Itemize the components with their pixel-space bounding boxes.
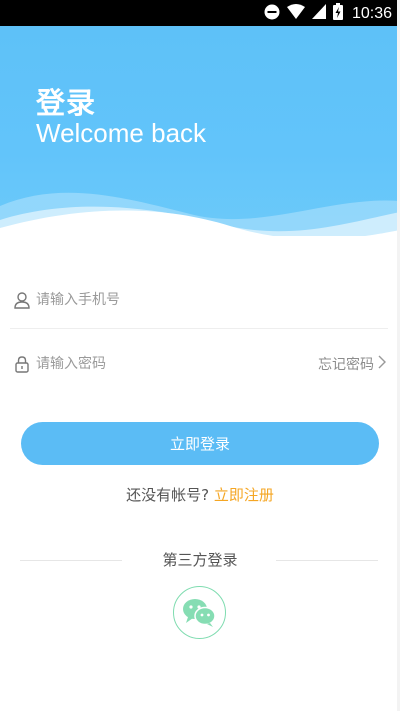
wifi-icon <box>286 4 305 23</box>
wechat-login-button[interactable] <box>173 586 226 639</box>
forgot-password-link[interactable]: 忘记密码 <box>318 354 386 374</box>
password-input[interactable] <box>36 350 296 378</box>
battery-charging-icon <box>332 3 343 24</box>
signal-icon <box>311 4 326 23</box>
register-row: 还没有帐号? 立即注册 <box>0 484 400 505</box>
page-subtitle: Welcome back <box>36 118 207 148</box>
status-time: 10:36 <box>351 4 392 22</box>
phone-input[interactable] <box>36 286 296 314</box>
login-button[interactable]: 立即登录 <box>21 422 379 465</box>
do-not-disturb-icon <box>264 4 280 24</box>
forgot-password-label: 忘记密码 <box>318 357 374 373</box>
user-icon <box>13 291 31 309</box>
page-title: 登录 <box>36 86 97 120</box>
header-wave <box>0 192 400 236</box>
phone-field <box>10 272 388 329</box>
chevron-right-icon <box>378 355 386 373</box>
register-link[interactable]: 立即注册 <box>214 486 274 504</box>
status-bar: 10:36 <box>0 0 400 26</box>
login-header: 登录 Welcome back <box>0 26 400 236</box>
no-account-text: 还没有帐号? <box>126 486 210 504</box>
password-field: 忘记密码 <box>10 336 388 392</box>
divider-right <box>276 560 378 561</box>
lock-icon <box>13 355 31 373</box>
